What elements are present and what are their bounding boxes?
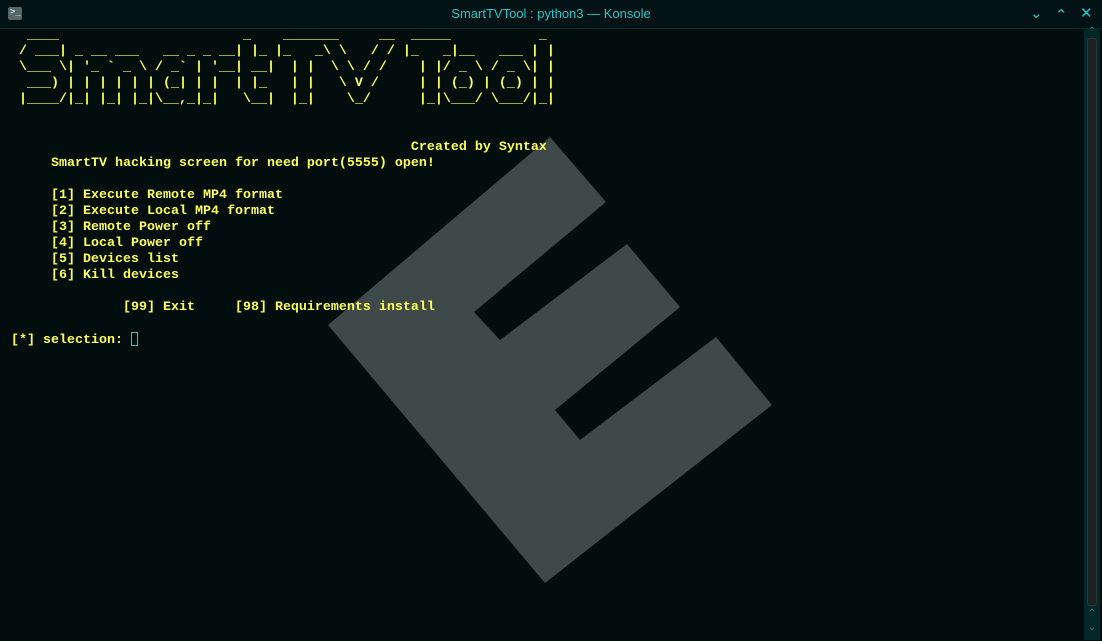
- menu-option: [4] Local Power off: [11, 236, 203, 251]
- banner-line: / ___| _ __ ___ __ _ _ __| |_ |_ _\ \ / …: [11, 44, 555, 59]
- text-cursor[interactable]: [130, 332, 138, 346]
- extra-options: [99] Exit [98] Requirements install: [11, 300, 435, 315]
- scrollbar-thumb[interactable]: [1087, 38, 1097, 606]
- title-bar: >_ SmartTVTool : python3 — Konsole ⌄ ⌃ ✕: [0, 0, 1102, 29]
- subtitle-line: SmartTV hacking screen for need port(555…: [11, 156, 435, 171]
- prompt: [*] selection:: [11, 333, 131, 348]
- maximize-button[interactable]: ⌃: [1055, 6, 1068, 24]
- menu-option: [2] Execute Local MP4 format: [11, 204, 275, 219]
- scrollbar[interactable]: ⌃ ⌃ ⌄: [1084, 26, 1100, 640]
- menu-option: [3] Remote Power off: [11, 220, 211, 235]
- window-title: SmartTVTool : python3 — Konsole: [451, 6, 651, 21]
- menu-option: [5] Devices list: [11, 252, 179, 267]
- banner-line: \___ \| '_ ` _ \ / _` | '__| __| | | \ \…: [11, 60, 555, 75]
- scroll-down-icon[interactable]: ⌄: [1086, 622, 1098, 633]
- menu-option: [6] Kill devices: [11, 268, 179, 283]
- banner-line: ___) | | | | | | (_| | | | |_ | | \ V / …: [11, 76, 555, 91]
- menu-option: [1] Execute Remote MP4 format: [11, 188, 283, 203]
- scroll-up-icon[interactable]: ⌃: [1086, 26, 1098, 37]
- credit-line: Created by Syntax: [11, 140, 547, 155]
- terminal-area[interactable]: ____ _ _______ __ _____ _ / ___| _ __ __…: [0, 28, 1084, 640]
- scroll-up-small-icon[interactable]: ⌃: [1086, 608, 1098, 619]
- banner-line: ____ _ _______ __ _____ _: [11, 28, 555, 43]
- banner-line: |____/|_| |_| |_|\__,_|_| \__| |_| \_/ |…: [11, 92, 555, 107]
- close-button[interactable]: ✕: [1080, 4, 1093, 22]
- terminal-output: ____ _ _______ __ _____ _ / ___| _ __ __…: [11, 28, 555, 349]
- minimize-button[interactable]: ⌄: [1030, 4, 1043, 22]
